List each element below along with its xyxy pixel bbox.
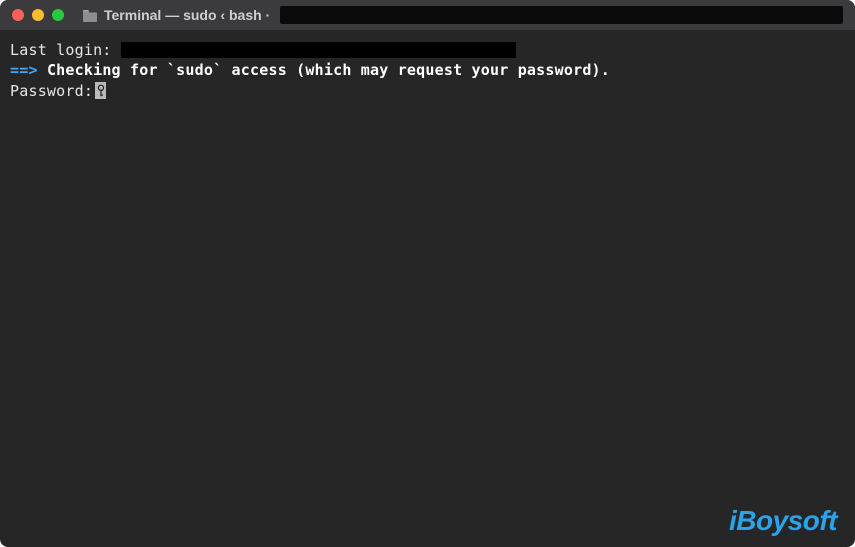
sudo-check-line: ==> Checking for `sudo` access (which ma… bbox=[10, 60, 845, 80]
terminal-body[interactable]: Last login: ==> Checking for `sudo` acce… bbox=[0, 30, 855, 111]
maximize-window-button[interactable] bbox=[52, 9, 64, 21]
title-redacted-region bbox=[280, 6, 843, 24]
window-title: Terminal — sudo ‹ bash · bbox=[104, 7, 270, 23]
last-login-label: Last login: bbox=[10, 40, 112, 60]
last-login-line: Last login: bbox=[10, 40, 845, 60]
password-prompt-line: Password: bbox=[10, 81, 845, 101]
watermark: iBoysoft bbox=[729, 505, 837, 537]
titlebar[interactable]: Terminal — sudo ‹ bash · bbox=[0, 0, 855, 30]
traffic-lights bbox=[12, 9, 64, 21]
title-wrap: Terminal — sudo ‹ bash · bbox=[82, 6, 843, 24]
key-icon bbox=[97, 84, 105, 98]
folder-icon bbox=[82, 8, 98, 22]
last-login-redacted bbox=[121, 42, 516, 58]
minimize-window-button[interactable] bbox=[32, 9, 44, 21]
password-input-cursor[interactable] bbox=[95, 82, 106, 99]
password-label: Password: bbox=[10, 81, 93, 101]
prompt-arrow: ==> bbox=[10, 60, 38, 80]
terminal-window: Terminal — sudo ‹ bash · Last login: ==>… bbox=[0, 0, 855, 547]
close-window-button[interactable] bbox=[12, 9, 24, 21]
sudo-check-message: Checking for `sudo` access (which may re… bbox=[47, 60, 610, 80]
